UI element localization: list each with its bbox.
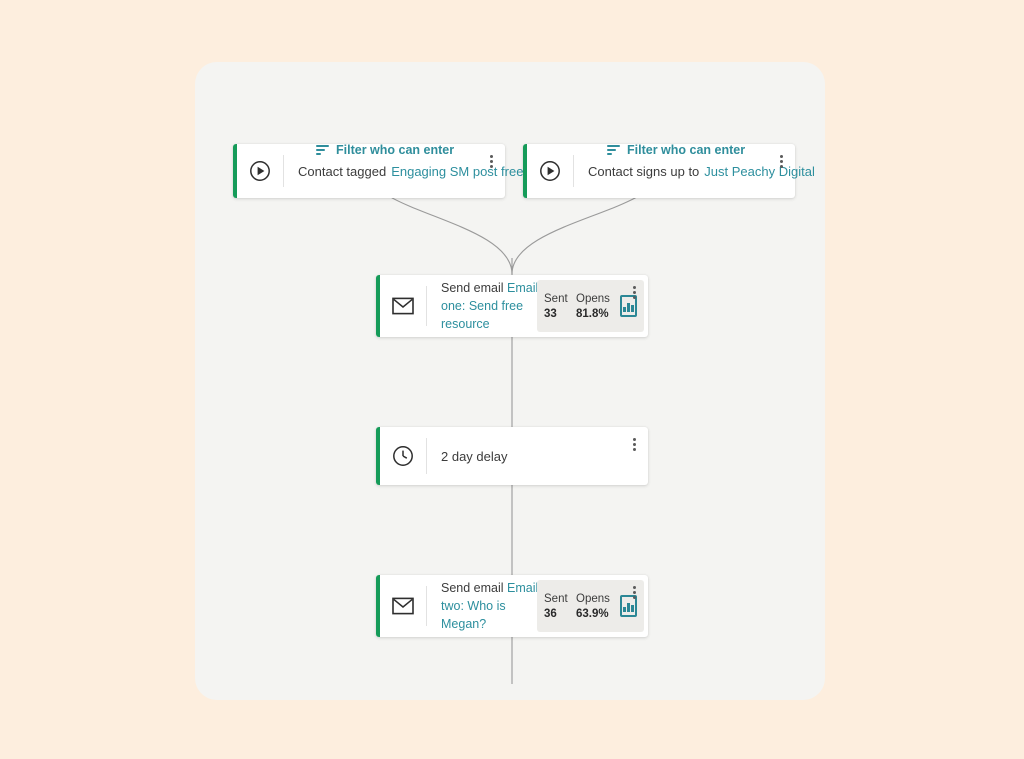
filter-icon [316, 145, 329, 155]
email-action-label: Send email [441, 581, 504, 595]
kebab-menu-icon[interactable] [627, 281, 641, 303]
trigger-value[interactable]: Just Peachy Digital [704, 164, 815, 179]
action-node-delay[interactable]: 2 day delay [376, 427, 648, 485]
stat-opens-value: 63.9% [576, 607, 609, 620]
stat-sent-label: Sent [544, 292, 568, 305]
trigger-value[interactable]: Engaging SM post freebie [391, 164, 541, 179]
stat-opens: Opens 81.8% [576, 293, 614, 320]
automation-canvas: Contact tagged Engaging SM post freebie F… [195, 62, 825, 700]
stat-opens-value: 81.8% [576, 307, 609, 320]
kebab-menu-icon[interactable] [484, 150, 498, 172]
email-action-label: Send email [441, 281, 504, 295]
kebab-menu-icon[interactable] [627, 433, 641, 455]
stat-sent-value: 36 [544, 607, 557, 620]
trigger-text: Contact tagged Engaging SM post freebie [298, 164, 541, 179]
filter-who-can-enter-link-2[interactable]: Filter who can enter [607, 143, 745, 157]
stat-sent: Sent 33 [544, 293, 570, 320]
trigger-label: Contact tagged [298, 163, 387, 179]
clock-icon [380, 427, 426, 485]
filter-link-label: Filter who can enter [627, 143, 746, 157]
play-circle-icon [237, 144, 283, 198]
envelope-icon [380, 275, 426, 337]
stat-opens-label: Opens [576, 292, 610, 305]
stat-sent-value: 33 [544, 307, 557, 320]
delay-body: 2 day delay [427, 427, 648, 485]
filter-link-label: Filter who can enter [336, 143, 455, 157]
envelope-icon [380, 575, 426, 637]
stat-opens-label: Opens [576, 592, 610, 605]
kebab-menu-icon[interactable] [774, 150, 788, 172]
filter-who-can-enter-link-1[interactable]: Filter who can enter [316, 143, 454, 157]
action-node-send-email-one[interactable]: Send email Email one: Send free resource… [376, 275, 648, 337]
trigger-label: Contact signs up to [588, 163, 700, 179]
play-circle-icon [527, 144, 573, 198]
stat-sent: Sent 36 [544, 593, 570, 620]
delay-label: 2 day delay [441, 448, 508, 464]
stat-opens: Opens 63.9% [576, 593, 614, 620]
kebab-menu-icon[interactable] [627, 581, 641, 603]
stat-sent-label: Sent [544, 592, 568, 605]
action-node-send-email-two[interactable]: Send email Email two: Who is Megan? Sent… [376, 575, 648, 637]
filter-icon [607, 145, 620, 155]
